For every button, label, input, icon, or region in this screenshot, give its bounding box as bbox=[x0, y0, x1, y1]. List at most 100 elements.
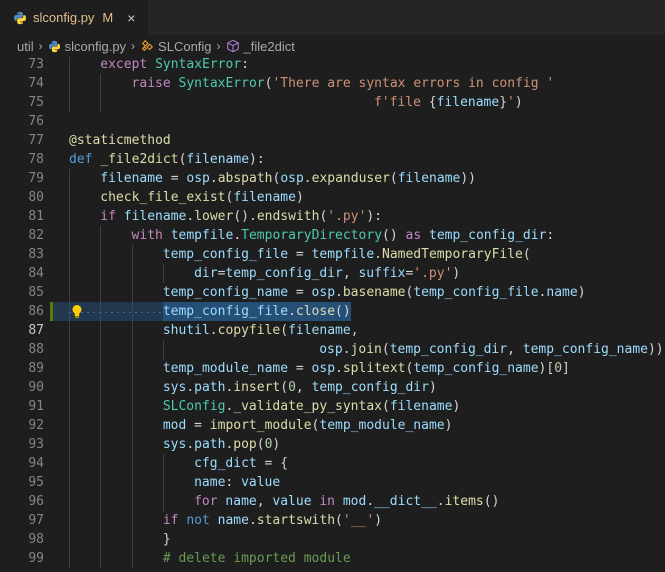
code-line[interactable]: 88 osp.join(temp_config_dir, temp_config_… bbox=[0, 340, 665, 359]
indent-guide bbox=[69, 74, 70, 93]
indent-guide bbox=[162, 454, 164, 473]
code-token: : bbox=[225, 475, 242, 490]
code-line[interactable]: 96 for name, value in mod.__dict__.items(… bbox=[0, 492, 665, 511]
code-token: ): bbox=[366, 209, 383, 224]
code-token: check_file_exist bbox=[100, 190, 226, 205]
code-line[interactable]: 79 filename = osp.abspath(osp.expanduser(… bbox=[0, 169, 665, 188]
code-token: dir bbox=[194, 266, 218, 281]
chevron-right-icon: › bbox=[216, 39, 221, 53]
indent-guide bbox=[100, 321, 102, 340]
code-text: f'file {filename}') bbox=[374, 93, 523, 112]
code-line[interactable]: 87 shutil.copyfile(filename, bbox=[0, 321, 665, 340]
code-line[interactable]: 92 mod = import_module(temp_module_name) bbox=[0, 416, 665, 435]
code-line[interactable]: 91 SLConfig._validate_py_syntax(filename) bbox=[0, 397, 665, 416]
indent-guide bbox=[131, 283, 133, 302]
code-token: . bbox=[209, 323, 218, 338]
code-token: '__' bbox=[342, 513, 375, 528]
line-number: 76 bbox=[28, 114, 44, 129]
code-text: name: value bbox=[194, 473, 280, 492]
code-line[interactable]: 90 sys.path.insert(0, temp_config_dir) bbox=[0, 378, 665, 397]
code-line[interactable]: 84 dir=temp_config_dir, suffix='.py') bbox=[0, 264, 665, 283]
code-token: () bbox=[483, 494, 500, 509]
code-token: . bbox=[288, 304, 296, 319]
code-token: filename bbox=[397, 171, 461, 186]
line-number: 94 bbox=[28, 456, 44, 471]
code-line[interactable]: 73 except SyntaxError: bbox=[0, 57, 665, 74]
code-line[interactable]: 86 temp_config_file.close() bbox=[0, 302, 665, 321]
code-token: , bbox=[256, 494, 273, 509]
line-number: 83 bbox=[28, 247, 44, 262]
indent-guide bbox=[131, 245, 133, 264]
code-token: , bbox=[507, 342, 523, 357]
code-line[interactable]: 75 f'file {filename}') bbox=[0, 93, 665, 112]
code-text: sys.path.insert(0, temp_config_dir) bbox=[163, 378, 437, 397]
code-line[interactable]: 76 bbox=[0, 112, 665, 131]
line-number: 91 bbox=[28, 399, 44, 414]
code-token: = bbox=[288, 361, 312, 376]
indent-guide bbox=[69, 207, 70, 226]
code-line[interactable]: 89 temp_module_name = osp.splitext(temp_c… bbox=[0, 359, 665, 378]
code-line[interactable]: 95 name: value bbox=[0, 473, 665, 492]
method-icon bbox=[226, 39, 239, 53]
code-token: temp_config_file bbox=[162, 304, 289, 319]
code-token: copyfile bbox=[217, 323, 281, 338]
code-line[interactable]: 77 @staticmethod bbox=[0, 131, 665, 150]
indent-guide bbox=[100, 283, 102, 302]
breadcrumb-method[interactable]: _file2dict bbox=[226, 39, 295, 54]
indent-guide bbox=[69, 511, 70, 530]
breadcrumb-folder-util[interactable]: util bbox=[17, 39, 34, 54]
indent-guide bbox=[100, 492, 102, 511]
code-token: = { bbox=[256, 456, 289, 471]
breadcrumb-class[interactable]: SLConfig bbox=[140, 39, 212, 54]
indent-guide bbox=[100, 511, 102, 530]
code-text: temp_module_name = osp.splitext(temp_con… bbox=[163, 359, 570, 378]
code-line[interactable]: 83 temp_config_file = tempfile.NamedTempo… bbox=[0, 245, 665, 264]
indent-guide bbox=[69, 188, 70, 207]
code-token: suffix bbox=[358, 266, 406, 281]
indent-guide bbox=[69, 473, 70, 492]
code-token: tempfile bbox=[170, 228, 234, 243]
indent-guide bbox=[69, 549, 70, 568]
code-token: . bbox=[436, 494, 445, 509]
code-token: not bbox=[186, 513, 210, 528]
line-number: 99 bbox=[28, 551, 44, 566]
code-text: osp.join(temp_config_dir, temp_config_na… bbox=[319, 340, 663, 359]
code-text: except SyntaxError: bbox=[100, 57, 249, 74]
tab-filename: slconfig.py bbox=[33, 10, 95, 25]
code-line[interactable]: 93 sys.path.pop(0) bbox=[0, 435, 665, 454]
breadcrumb-file[interactable]: slconfig.py bbox=[48, 39, 126, 54]
lightbulb-icon[interactable] bbox=[71, 304, 83, 319]
code-line[interactable]: 99 # delete imported module bbox=[0, 549, 665, 568]
indent-guide bbox=[131, 492, 133, 511]
code-token: startswith bbox=[256, 513, 336, 528]
line-number: 98 bbox=[28, 532, 44, 547]
indent-guide bbox=[100, 454, 102, 473]
indent-guide bbox=[131, 473, 133, 492]
code-token: ) bbox=[452, 399, 461, 414]
line-number: 89 bbox=[28, 361, 44, 376]
editor-tab-slconfig[interactable]: slconfig.py M × bbox=[0, 0, 148, 35]
code-line[interactable]: 81 if filename.lower().endswith('.py'): bbox=[0, 207, 665, 226]
indent-guide bbox=[100, 397, 102, 416]
indent-guide bbox=[162, 492, 164, 511]
code-line[interactable]: 85 temp_config_name = osp.basename(temp_c… bbox=[0, 283, 665, 302]
code-editor[interactable]: 73 except SyntaxError: 74 raise SyntaxError… bbox=[0, 57, 665, 572]
code-line[interactable]: 82 with tempfile.TemporaryDirectory() as … bbox=[0, 226, 665, 245]
code-line[interactable]: 74 raise SyntaxError('There are syntax er… bbox=[0, 74, 665, 93]
code-token: import_module bbox=[209, 418, 312, 433]
code-token: if bbox=[162, 513, 179, 528]
code-line[interactable]: 98} bbox=[0, 530, 665, 549]
code-token: ) bbox=[452, 266, 461, 281]
line-number: 84 bbox=[28, 266, 44, 281]
code-line[interactable]: 80 check_file_exist(filename) bbox=[0, 188, 665, 207]
code-line[interactable]: 97 if not name.startswith('__') bbox=[0, 511, 665, 530]
code-token: } bbox=[162, 532, 171, 547]
code-line[interactable]: 94 cfg_dict = { bbox=[0, 454, 665, 473]
close-icon[interactable]: × bbox=[127, 11, 135, 25]
code-token: . bbox=[342, 342, 351, 357]
indent-guide bbox=[69, 454, 70, 473]
code-line[interactable]: 78 def _file2dict(filename): bbox=[0, 150, 665, 169]
